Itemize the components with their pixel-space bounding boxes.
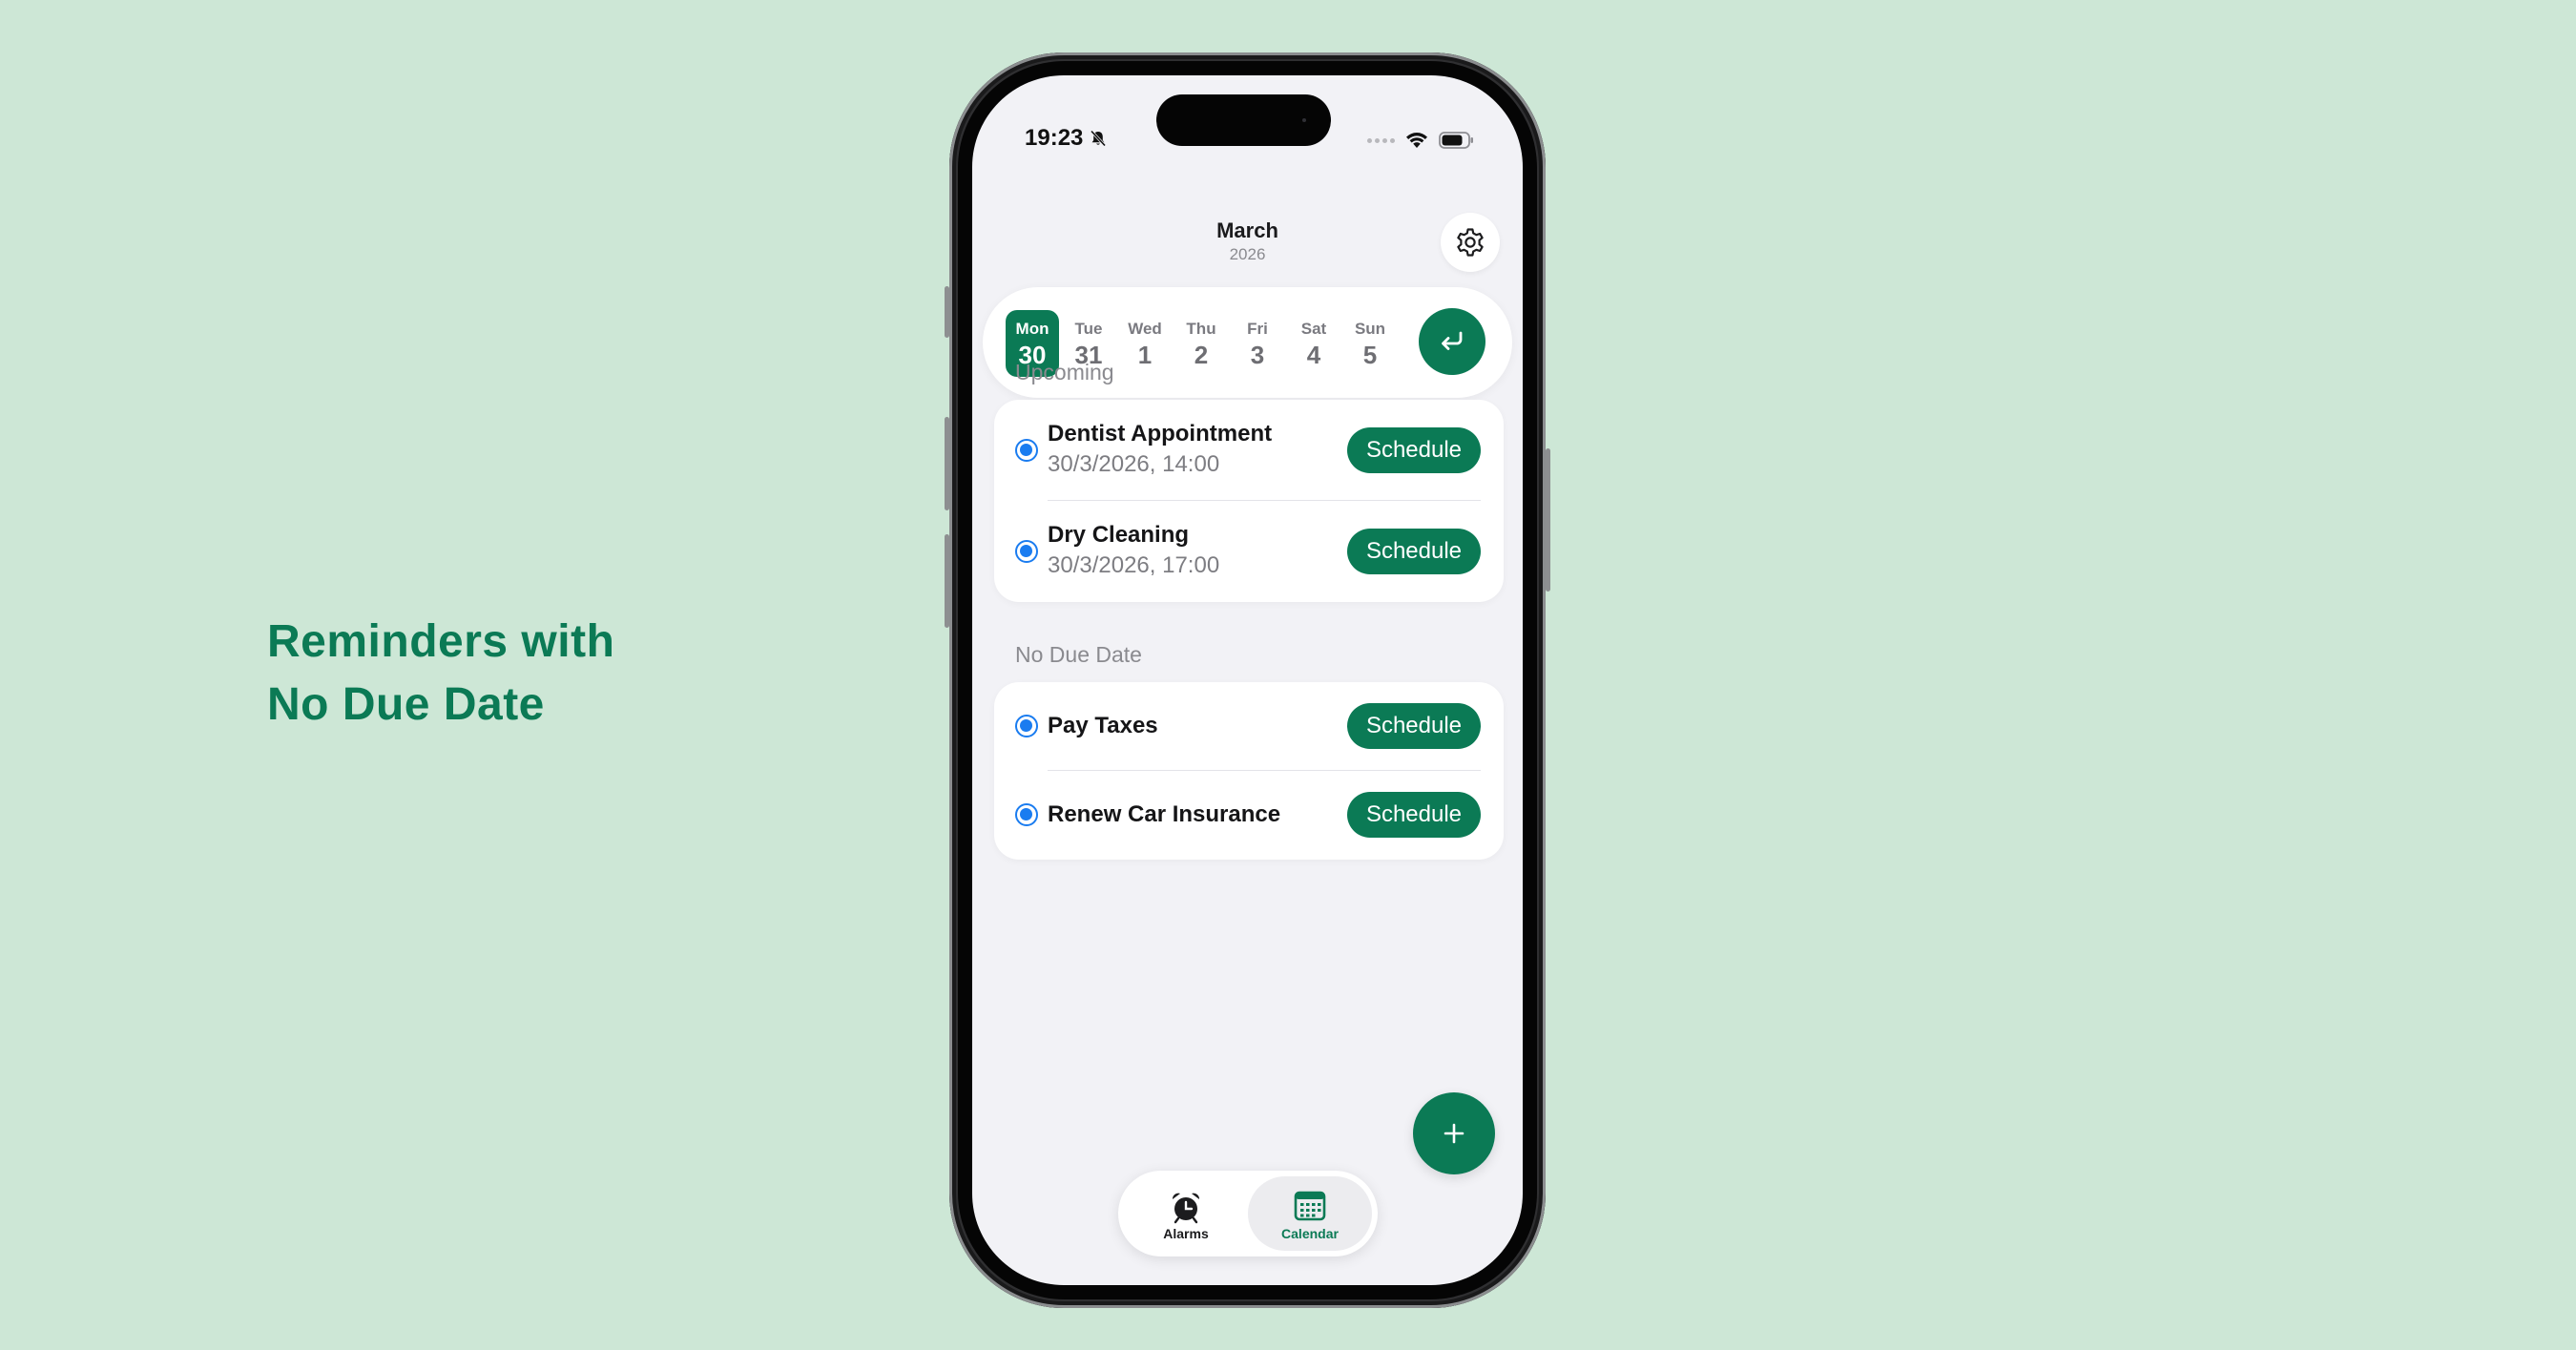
day-name: Sun: [1354, 320, 1386, 338]
reminder-due-date: 30/3/2026, 17:00: [1048, 552, 1220, 578]
reminder-due-date: 30/3/2026, 14:00: [1048, 451, 1220, 477]
schedule-button[interactable]: Schedule: [1347, 427, 1481, 473]
schedule-button[interactable]: Schedule: [1347, 703, 1481, 749]
tab-bar: Alarms Calendar: [1118, 1171, 1378, 1257]
tab-alarms[interactable]: Alarms: [1124, 1176, 1248, 1251]
promo-headline: Reminders with No Due Date: [267, 611, 614, 737]
volume-down-button: [945, 534, 949, 628]
reminder-checkbox[interactable]: [1015, 540, 1038, 563]
alarm-clock-icon: [1172, 1193, 1200, 1224]
day-sun-5[interactable]: Sun 5: [1343, 310, 1397, 377]
clock: 19:23: [1025, 125, 1084, 151]
schedule-button[interactable]: Schedule: [1347, 529, 1481, 574]
dynamic-island: [1156, 94, 1331, 146]
tab-label: Alarms: [1163, 1226, 1209, 1241]
day-number: 1: [1137, 341, 1153, 369]
reminder-title: Dentist Appointment: [1048, 421, 1273, 447]
power-button: [1546, 448, 1550, 592]
no-due-date-card: Pay Taxes Schedule Renew Car Insurance S…: [994, 682, 1504, 860]
return-arrow-icon: [1442, 331, 1463, 350]
tab-calendar[interactable]: Calendar: [1248, 1176, 1372, 1251]
reminder-row[interactable]: Dry Cleaning 30/3/2026, 17:00 Schedule: [994, 501, 1504, 602]
reminder-title: Pay Taxes: [1048, 713, 1158, 738]
app-screen: 19:23 March 2026 Mon 30 Tue 31 Wed 1 Thu…: [972, 75, 1523, 1285]
schedule-button[interactable]: Schedule: [1347, 792, 1481, 838]
day-wed-1[interactable]: Wed 1: [1118, 310, 1172, 377]
upcoming-card: Dentist Appointment 30/3/2026, 14:00 Sch…: [994, 400, 1504, 602]
stage: Reminders with No Due Date 19:23 March 2…: [0, 0, 2576, 1350]
day-name: Wed: [1128, 320, 1162, 338]
reminder-row[interactable]: Pay Taxes Schedule: [994, 682, 1504, 771]
wifi-icon: [1406, 133, 1427, 148]
tab-label: Calendar: [1281, 1226, 1339, 1241]
status-time: 19:23: [1025, 125, 1108, 152]
action-button: [945, 286, 949, 338]
day-name: Tue: [1074, 320, 1103, 338]
day-name: Sat: [1300, 320, 1327, 338]
day-sat-4[interactable]: Sat 4: [1287, 310, 1340, 377]
reminder-row[interactable]: Renew Car Insurance Schedule: [994, 771, 1504, 860]
reminder-title: Renew Car Insurance: [1048, 801, 1281, 827]
day-fri-3[interactable]: Fri 3: [1231, 310, 1284, 377]
battery-icon: [1439, 132, 1473, 149]
headline-line-1: Reminders with: [267, 616, 615, 667]
day-thu-2[interactable]: Thu 2: [1174, 310, 1228, 377]
bell-slash-icon: [1091, 130, 1107, 147]
phone-frame: 19:23 March 2026 Mon 30 Tue 31 Wed 1 Thu…: [945, 52, 1550, 1308]
volume-up-button: [945, 417, 949, 510]
reminder-title: Dry Cleaning: [1048, 522, 1190, 548]
day-name: Thu: [1186, 320, 1216, 338]
return-to-today-button[interactable]: [1419, 308, 1485, 375]
day-number: 4: [1306, 341, 1321, 369]
camera-dot: [1302, 118, 1306, 122]
cellular-signal-icon: [1367, 137, 1395, 143]
day-name: Fri: [1247, 320, 1268, 338]
day-number: 3: [1250, 341, 1265, 369]
reminder-checkbox[interactable]: [1015, 439, 1038, 462]
reminder-checkbox[interactable]: [1015, 715, 1038, 737]
section-title-upcoming: Upcoming: [1015, 360, 1114, 384]
day-number: 2: [1194, 341, 1209, 369]
section-title-no-due-date: No Due Date: [1015, 642, 1142, 667]
calendar-icon: [1294, 1191, 1326, 1221]
gear-icon: [1457, 228, 1484, 257]
plus-icon: [1444, 1123, 1465, 1144]
headline-line-2: No Due Date: [267, 679, 545, 730]
status-indicators: [1367, 131, 1475, 150]
settings-button[interactable]: [1441, 213, 1500, 272]
reminder-row[interactable]: Dentist Appointment 30/3/2026, 14:00 Sch…: [994, 400, 1504, 501]
day-number: 5: [1362, 341, 1378, 369]
reminder-checkbox[interactable]: [1015, 803, 1038, 826]
year-subtitle: 2026: [1229, 245, 1266, 263]
day-name: Mon: [1015, 320, 1049, 338]
add-reminder-button[interactable]: [1413, 1092, 1495, 1174]
